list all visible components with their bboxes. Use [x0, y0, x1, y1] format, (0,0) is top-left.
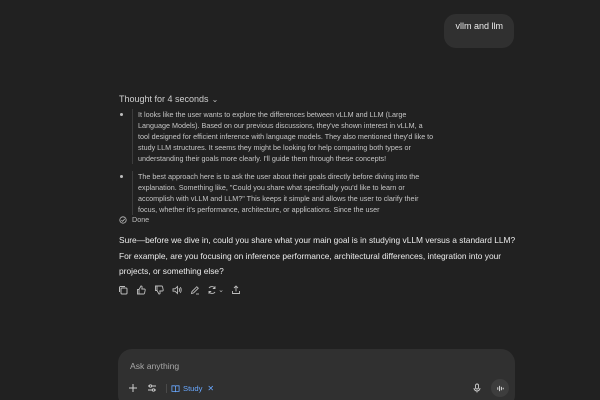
message-actions: ⌄: [117, 284, 242, 296]
voice-mode-button[interactable]: [491, 379, 509, 397]
thumbs-down-icon: [155, 285, 164, 295]
thought-done-row: Done: [119, 215, 149, 224]
book-icon: [171, 384, 180, 392]
assistant-answer: Sure—before we dive in, could you share …: [119, 235, 516, 276]
plus-icon: [129, 384, 137, 392]
done-label: Done: [132, 215, 150, 224]
edit-icon: [190, 286, 199, 295]
bullet-icon: [119, 109, 132, 164]
voice-mode-icon: [496, 385, 504, 391]
add-button[interactable]: [127, 382, 139, 394]
chat-page: vllm and llm Thought for 4 seconds ⌄ It …: [0, 0, 600, 400]
thought-item: The best approach here is to ask the use…: [119, 171, 434, 215]
composer-tools: Study ✕: [127, 382, 214, 394]
thought-item-text: It looks like the user wants to explore …: [132, 109, 434, 164]
regenerate-button[interactable]: ⌄: [207, 284, 224, 296]
close-icon[interactable]: ✕: [207, 384, 214, 393]
edit-button[interactable]: [189, 284, 201, 296]
check-circle-icon: [119, 215, 127, 224]
read-aloud-button[interactable]: [171, 284, 183, 296]
copy-icon: [119, 286, 128, 295]
tools-icon: [148, 384, 156, 392]
mic-icon: [473, 383, 481, 393]
thought-item-text: The best approach here is to ask the use…: [132, 171, 434, 215]
regenerate-icon: [208, 286, 216, 294]
study-chip-label: Study: [183, 383, 203, 393]
share-button[interactable]: [230, 284, 242, 296]
thought-header-label: Thought for 4 seconds: [119, 94, 209, 104]
copy-button[interactable]: [117, 284, 129, 296]
user-message-bubble: vllm and llm: [444, 14, 514, 48]
study-chip[interactable]: Study ✕: [166, 383, 214, 393]
dictate-button[interactable]: [471, 382, 483, 394]
thumbs-down-button[interactable]: [153, 284, 165, 296]
thought-item: It looks like the user wants to explore …: [119, 109, 434, 164]
chevron-down-icon: ⌄: [211, 94, 219, 104]
ask-input[interactable]: Ask anything: [130, 361, 179, 371]
thought-content: It looks like the user wants to explore …: [119, 109, 434, 222]
share-icon: [232, 285, 240, 294]
user-message-text: vllm and llm: [455, 21, 503, 31]
thumbs-up-button[interactable]: [135, 284, 147, 296]
tools-button[interactable]: [146, 382, 158, 394]
chevron-down-icon: ⌄: [218, 287, 224, 294]
bullet-icon: [119, 171, 132, 215]
speaker-icon: [172, 285, 182, 295]
thumbs-up-icon: [137, 285, 146, 295]
composer: Ask anything Study ✕: [118, 349, 515, 400]
thought-toggle[interactable]: Thought for 4 seconds ⌄: [119, 94, 218, 104]
